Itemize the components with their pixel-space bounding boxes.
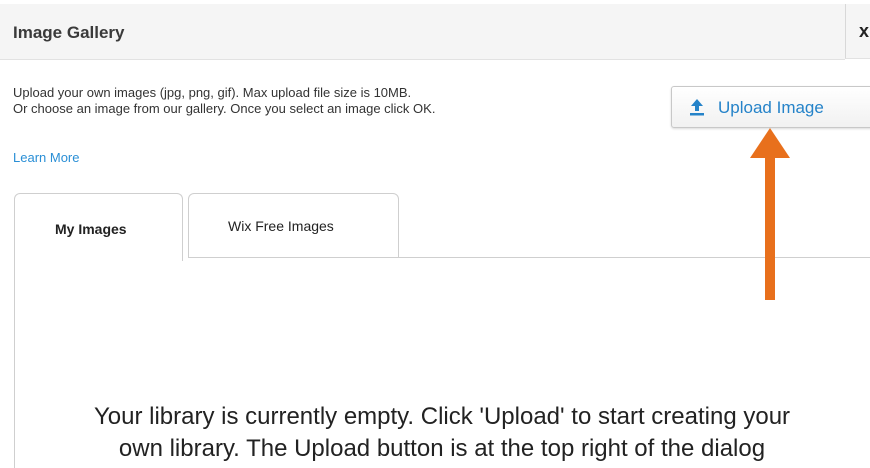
tab-my-images-label: My Images	[55, 221, 127, 237]
image-gallery-dialog: Image Gallery x Upload your own images (…	[0, 0, 870, 468]
tab-my-images[interactable]: My Images	[14, 193, 183, 261]
instructions-line-1: Upload your own images (jpg, png, gif). …	[13, 85, 412, 100]
learn-more-link[interactable]: Learn More	[13, 150, 79, 165]
tab-wix-free-images-label: Wix Free Images	[228, 218, 334, 234]
empty-message-line-1: Your library is currently empty. Click '…	[93, 403, 791, 430]
upload-icon	[690, 99, 704, 116]
close-icon[interactable]: x	[859, 21, 869, 41]
empty-library-message: Your library is currently empty. Click '…	[14, 401, 870, 465]
annotation-arrow-icon	[750, 128, 790, 300]
close-button[interactable]: x	[845, 4, 870, 59]
instructions-line-2: Or choose an image from our gallery. Onc…	[13, 101, 436, 116]
dialog-title: Image Gallery	[13, 23, 125, 42]
tab-wix-free-images[interactable]: Wix Free Images	[188, 193, 399, 258]
upload-instructions: Upload your own images (jpg, png, gif). …	[13, 85, 435, 117]
tab-strip-divider	[398, 257, 870, 258]
upload-button-label: Upload Image	[718, 98, 824, 117]
dialog-header: Image Gallery	[0, 4, 845, 60]
upload-image-button[interactable]: Upload Image	[671, 86, 870, 128]
empty-message-line-2: own library. The Upload button is at the…	[118, 435, 766, 462]
